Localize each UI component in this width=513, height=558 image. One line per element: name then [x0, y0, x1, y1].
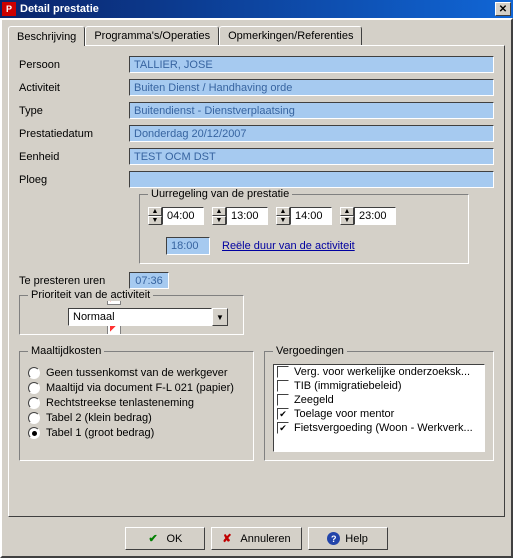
label-type: Type — [19, 105, 129, 117]
label-prestatiedatum: Prestatiedatum — [19, 128, 129, 140]
annuleren-button[interactable]: ✘ Annuleren — [211, 527, 301, 550]
cancel-icon: ✘ — [222, 532, 235, 545]
group-maaltijdkosten: Maaltijdkosten Geen tussenkomst van de w… — [19, 351, 254, 461]
time-1-up[interactable]: ▲ — [148, 207, 162, 216]
radio-dot — [28, 412, 40, 424]
vergoeding-label: TIB (immigratiebeleid) — [294, 380, 402, 392]
radio-dot — [28, 397, 40, 409]
tab-row: Beschrijving Programma's/Operaties Opmer… — [8, 26, 505, 46]
prioriteit-dropdown-button[interactable]: ▼ — [212, 308, 228, 326]
field-prestatiedatum: Donderdag 20/12/2007 — [129, 125, 494, 142]
group-prioriteit: Prioriteit van de activiteit Normaal ▼ — [19, 295, 244, 335]
checkbox-icon: ✔ — [277, 422, 289, 434]
vergoeding-label: Toelage voor mentor — [294, 408, 394, 420]
radio-dot — [28, 427, 40, 439]
group-uurregeling: Uurregeling van de prestatie ▲ ▼ 04:00 ▲… — [139, 194, 469, 264]
checkbox-icon: ✔ — [277, 408, 289, 420]
legend-prioriteit: Prioriteit van de activiteit — [28, 289, 153, 301]
field-te-presteren: 07:36 — [129, 272, 169, 289]
radio-label: Tabel 1 (groot bedrag) — [46, 427, 154, 439]
tab-programmas[interactable]: Programma's/Operaties — [85, 26, 219, 46]
ok-button[interactable]: ✔ OK — [125, 527, 205, 550]
time-4-up[interactable]: ▲ — [340, 207, 354, 216]
tab-panel: Persoon TALLIER, JOSE Activiteit Buiten … — [8, 45, 505, 517]
help-button[interactable]: ? Help — [308, 527, 388, 550]
radio-dot — [28, 367, 40, 379]
close-button[interactable]: ✕ — [495, 2, 511, 16]
time-2[interactable]: ▲ ▼ 13:00 — [212, 207, 268, 225]
field-activiteit: Buiten Dienst / Handhaving orde — [129, 79, 494, 96]
vergoeding-label: Fietsvergoeding (Woon - Werkverk... — [294, 422, 473, 434]
field-type: Buitendienst - Dienstverplaatsing — [129, 102, 494, 119]
field-ploeg — [129, 171, 494, 188]
field-persoon: TALLIER, JOSE — [129, 56, 494, 73]
time-3-value[interactable]: 14:00 — [290, 207, 332, 225]
radio-maaltijd-2[interactable]: Rechtstreekse tenlasteneming — [28, 397, 245, 409]
time-3-down[interactable]: ▼ — [276, 216, 290, 225]
tab-opmerkingen[interactable]: Opmerkingen/Referenties — [219, 26, 362, 46]
checkbox-icon — [277, 380, 289, 392]
help-icon: ? — [327, 532, 340, 545]
button-bar: ✔ OK ✘ Annuleren ? Help — [2, 527, 511, 550]
radio-maaltijd-1[interactable]: Maaltijd via document F-L 021 (papier) — [28, 382, 245, 394]
radio-maaltijd-3[interactable]: Tabel 2 (klein bedrag) — [28, 412, 245, 424]
time-4-down[interactable]: ▼ — [340, 216, 354, 225]
tab-beschrijving[interactable]: Beschrijving — [8, 26, 85, 46]
radio-label: Rechtstreekse tenlasteneming — [46, 397, 194, 409]
help-button-label: Help — [345, 533, 368, 545]
field-eenheid: TEST OCM DST — [129, 148, 494, 165]
time-2-value[interactable]: 13:00 — [226, 207, 268, 225]
vergoeding-label: Zeegeld — [294, 394, 334, 406]
check-icon: ✔ — [148, 532, 161, 545]
checkbox-icon — [277, 366, 289, 378]
prioriteit-combo[interactable]: Normaal ▼ — [68, 308, 228, 326]
ok-button-label: OK — [166, 533, 182, 545]
annuleren-button-label: Annuleren — [240, 533, 290, 545]
time-4[interactable]: ▲ ▼ 23:00 — [340, 207, 396, 225]
titlebar: P Detail prestatie ✕ — [0, 0, 513, 18]
time-1-down[interactable]: ▼ — [148, 216, 162, 225]
time-1[interactable]: ▲ ▼ 04:00 — [148, 207, 204, 225]
legend-vergoedingen: Vergoedingen — [273, 345, 347, 357]
window-title: Detail prestatie — [20, 3, 495, 15]
time-3[interactable]: ▲ ▼ 14:00 — [276, 207, 332, 225]
vergoeding-item-4[interactable]: ✔ Fietsvergoeding (Woon - Werkverk... — [274, 421, 484, 435]
duration-value: 18:00 — [166, 237, 210, 255]
label-ploeg: Ploeg — [19, 174, 129, 186]
group-vergoedingen: Vergoedingen Verg. voor werkelijke onder… — [264, 351, 494, 461]
label-persoon: Persoon — [19, 59, 129, 71]
radio-label: Geen tussenkomst van de werkgever — [46, 367, 228, 379]
time-2-down[interactable]: ▼ — [212, 216, 226, 225]
vergoeding-item-2[interactable]: Zeegeld — [274, 393, 484, 407]
label-eenheid: Eenheid — [19, 151, 129, 163]
time-4-value[interactable]: 23:00 — [354, 207, 396, 225]
label-activiteit: Activiteit — [19, 82, 129, 94]
vergoedingen-list[interactable]: Verg. voor werkelijke onderzoeksk... TIB… — [273, 364, 485, 452]
legend-uurregeling: Uurregeling van de prestatie — [148, 188, 292, 200]
time-3-up[interactable]: ▲ — [276, 207, 290, 216]
time-1-value[interactable]: 04:00 — [162, 207, 204, 225]
prioriteit-value[interactable]: Normaal — [68, 308, 212, 326]
time-2-up[interactable]: ▲ — [212, 207, 226, 216]
radio-label: Tabel 2 (klein bedrag) — [46, 412, 152, 424]
reele-duur-link[interactable]: Reële duur van de activiteit — [222, 240, 355, 252]
vergoeding-label: Verg. voor werkelijke onderzoeksk... — [294, 366, 470, 378]
app-icon: P — [2, 2, 16, 16]
vergoeding-item-1[interactable]: TIB (immigratiebeleid) — [274, 379, 484, 393]
vergoeding-item-3[interactable]: ✔ Toelage voor mentor — [274, 407, 484, 421]
radio-maaltijd-0[interactable]: Geen tussenkomst van de werkgever — [28, 367, 245, 379]
radio-dot — [28, 382, 40, 394]
legend-maaltijdkosten: Maaltijdkosten — [28, 345, 104, 357]
vergoeding-item-0[interactable]: Verg. voor werkelijke onderzoeksk... — [274, 365, 484, 379]
radio-label: Maaltijd via document F-L 021 (papier) — [46, 382, 234, 394]
checkbox-icon — [277, 394, 289, 406]
radio-maaltijd-4[interactable]: Tabel 1 (groot bedrag) — [28, 427, 245, 439]
dialog-body: Beschrijving Programma's/Operaties Opmer… — [0, 18, 513, 558]
label-te-presteren: Te presteren uren — [19, 275, 129, 287]
